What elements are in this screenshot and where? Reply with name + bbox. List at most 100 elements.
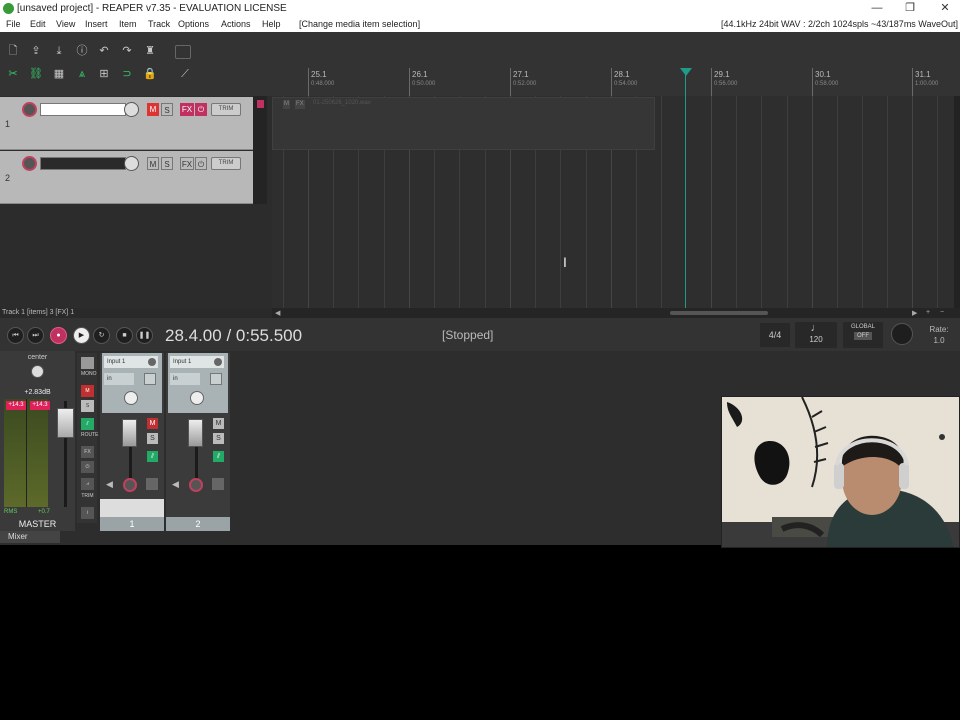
scroll-left-icon[interactable]: ◀ xyxy=(275,309,280,317)
record-arm-button[interactable] xyxy=(22,156,37,171)
master-pan-knob[interactable] xyxy=(31,365,44,378)
track-2-header[interactable]: 2 M S FX ⏻ TRIM xyxy=(0,151,253,204)
close-button[interactable]: ✕ xyxy=(930,1,960,16)
volume-knob[interactable] xyxy=(124,156,139,171)
mute-button[interactable]: M xyxy=(147,157,159,170)
global-automation-button[interactable]: GLOBAL OFF xyxy=(843,322,883,348)
track-name-field[interactable] xyxy=(40,103,126,116)
lock-icon[interactable]: 🔒 xyxy=(142,67,158,81)
minimize-button[interactable]: — xyxy=(862,1,892,16)
phase-icon[interactable] xyxy=(144,373,156,385)
repeat-icon[interactable]: ↻ xyxy=(93,327,110,344)
toolbar-empty-slot[interactable] xyxy=(175,45,191,59)
speaker-icon[interactable]: ◀ xyxy=(172,479,179,490)
master-strip[interactable]: center +2.83dB +14.3 +14.3 RMS +0.7 MAST… xyxy=(0,351,75,531)
track-1-header[interactable]: 1 M S FX ⏻ TRIM xyxy=(0,97,253,150)
undo-icon[interactable]: ↶ xyxy=(96,44,112,58)
input-select[interactable]: Input 1 xyxy=(104,356,158,368)
mixer-strip-1[interactable]: Input 1 in M S ⫽ ◀ 1 xyxy=(100,353,164,531)
go-to-start-icon[interactable]: ⏮ xyxy=(7,327,24,344)
pause-icon[interactable]: ❚❚ xyxy=(136,327,153,344)
envelope-icon[interactable] xyxy=(146,478,158,490)
input-select[interactable]: Input 1 xyxy=(170,356,224,368)
ripple-edit-icon[interactable]: ✂ xyxy=(5,67,21,81)
metronome-icon[interactable]: ♜ xyxy=(142,44,158,58)
menu-options[interactable]: Options xyxy=(178,19,209,29)
mixer-tab[interactable]: Mixer xyxy=(0,531,60,543)
mixer-strip-2[interactable]: Input 1 in M S ⫽ ◀ 2 xyxy=(166,353,230,531)
tempo-display[interactable]: ♩ 120 xyxy=(795,322,837,348)
envelope-tool-icon[interactable]: ⟋ xyxy=(177,67,193,81)
fx-button[interactable]: FX xyxy=(180,103,194,116)
record-arm-button[interactable] xyxy=(22,102,37,117)
arrange-vertical-scrollbar[interactable] xyxy=(954,96,960,308)
master-peak-readout[interactable]: +2.83dB xyxy=(0,389,75,396)
clip-indicator-left[interactable]: +14.3 xyxy=(6,401,26,410)
mute-button[interactable]: M xyxy=(147,103,159,116)
speaker-icon[interactable]: ◀ xyxy=(106,479,113,490)
item-fx-button[interactable]: FX xyxy=(295,100,305,109)
envelope-icon[interactable]: ⩘ xyxy=(81,478,94,490)
time-display[interactable]: 28.4.00 / 0:55.500 xyxy=(165,326,302,346)
grid-icon[interactable]: ▦ xyxy=(51,67,67,81)
strip-name-field[interactable] xyxy=(100,499,164,517)
strip-record-arm-button[interactable] xyxy=(189,478,203,492)
input-monitor-select[interactable]: in xyxy=(104,373,134,385)
playrate-knob[interactable] xyxy=(891,323,913,345)
master-fader[interactable] xyxy=(57,408,74,438)
play-icon[interactable]: ▶ xyxy=(73,327,90,344)
menu-track[interactable]: Track xyxy=(148,19,170,29)
item-mute-button[interactable]: M xyxy=(283,100,290,109)
audio-status[interactable]: [44.1kHz 24bit WAV : 2/2ch 1024spls ~43/… xyxy=(721,19,958,29)
menu-help[interactable]: Help xyxy=(262,19,281,29)
menu-view[interactable]: View xyxy=(56,19,75,29)
pan-knob[interactable] xyxy=(124,391,138,405)
volume-fader[interactable] xyxy=(122,419,137,447)
fx-button[interactable]: FX xyxy=(180,157,194,170)
route-icon[interactable]: ⫽ xyxy=(213,451,224,462)
track-name-field[interactable] xyxy=(40,157,126,170)
master-fx-button[interactable]: FX xyxy=(81,446,94,458)
envelope-icon[interactable] xyxy=(212,478,224,490)
edit-cursor-marker[interactable] xyxy=(680,68,692,76)
arrange-horizontal-scrollbar[interactable]: ◀ ▶ + − xyxy=(272,308,960,318)
stop-icon[interactable]: ■ xyxy=(116,327,133,344)
link-icon[interactable]: ⛓ xyxy=(28,67,44,81)
route-icon[interactable]: ⫽ xyxy=(147,451,158,462)
media-item[interactable]: M FX 01-250626_1020.wav xyxy=(272,97,655,150)
automation-mode-button[interactable]: TRIM xyxy=(211,103,241,116)
auto-crossfade-icon[interactable]: ⩓ xyxy=(74,67,90,81)
time-signature[interactable]: 4/4 xyxy=(760,323,790,347)
menu-item[interactable]: Item xyxy=(119,19,137,29)
master-solo-button[interactable]: S xyxy=(81,400,94,412)
power-icon[interactable]: ⏻ xyxy=(81,461,94,473)
scroll-thumb[interactable] xyxy=(670,311,768,315)
record-icon[interactable]: ● xyxy=(50,327,67,344)
strip-mute-button[interactable]: M xyxy=(147,418,158,429)
route-icon[interactable]: ⫽ xyxy=(81,418,94,430)
solo-button[interactable]: S xyxy=(161,103,173,116)
mono-icon[interactable] xyxy=(81,357,94,369)
new-project-icon[interactable]: 🗋 xyxy=(5,44,21,58)
pan-knob[interactable] xyxy=(190,391,204,405)
strip-record-arm-button[interactable] xyxy=(123,478,137,492)
menu-actions[interactable]: Actions xyxy=(221,19,251,29)
automation-mode-button[interactable]: TRIM xyxy=(211,157,241,170)
zoom-out-icon[interactable]: − xyxy=(940,309,944,316)
save-project-icon[interactable]: ⤓ xyxy=(51,44,67,58)
solo-button[interactable]: S xyxy=(161,157,173,170)
strip-mute-button[interactable]: M xyxy=(213,418,224,429)
menu-edit[interactable]: Edit xyxy=(30,19,46,29)
strip-solo-button[interactable]: S xyxy=(147,433,158,444)
open-project-icon[interactable]: ⇪ xyxy=(28,44,44,58)
menu-file[interactable]: File xyxy=(6,19,21,29)
snap-grid-icon[interactable]: ⊞ xyxy=(96,67,112,81)
clip-indicator-right[interactable]: +14.3 xyxy=(30,401,50,410)
menu-insert[interactable]: Insert xyxy=(85,19,108,29)
phase-icon[interactable] xyxy=(210,373,222,385)
project-settings-icon[interactable]: ⓘ xyxy=(74,44,90,58)
strip-solo-button[interactable]: S xyxy=(213,433,224,444)
go-to-end-icon[interactable]: ⏭ xyxy=(27,327,44,344)
playrate-display[interactable]: Rate: 1.0 xyxy=(925,324,953,346)
input-monitor-select[interactable]: in xyxy=(170,373,200,385)
